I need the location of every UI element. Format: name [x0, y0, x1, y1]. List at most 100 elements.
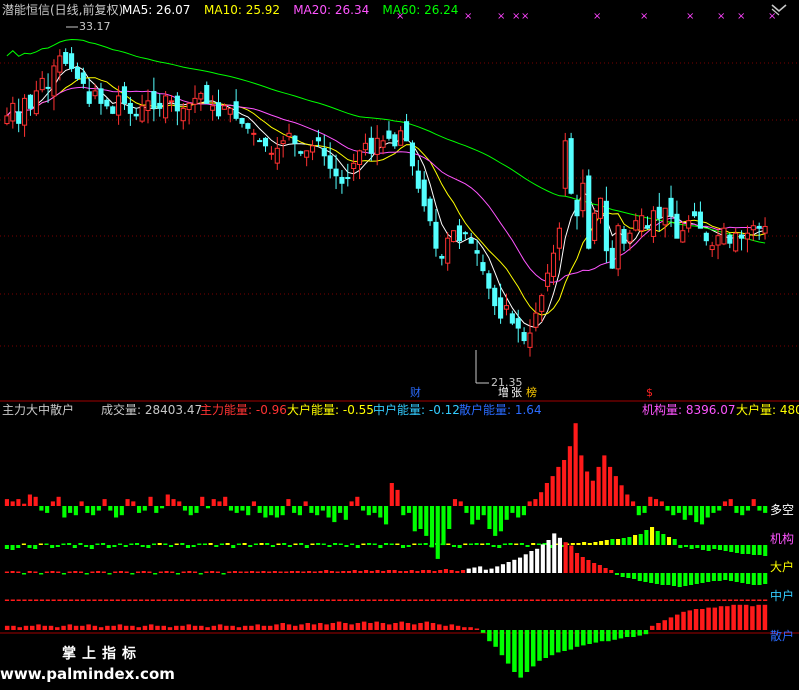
- candle-body: [456, 225, 463, 242]
- energy-bar: [311, 624, 317, 630]
- energy-bar: [74, 599, 80, 601]
- energy-bar: [50, 571, 55, 573]
- candle-body: [680, 230, 686, 243]
- energy-bar: [558, 599, 564, 601]
- energy-bar: [740, 545, 745, 554]
- candle-body: [92, 90, 98, 97]
- energy-bar: [255, 599, 260, 601]
- candle-body: [345, 177, 351, 180]
- energy-bar: [722, 599, 727, 601]
- energy-bar: [177, 501, 182, 506]
- energy-bar: [349, 501, 354, 506]
- energy-bar: [468, 627, 473, 630]
- energy-bar: [80, 599, 85, 601]
- energy-bar: [272, 571, 277, 573]
- energy-bar: [354, 599, 359, 601]
- candlestick-series: [4, 47, 768, 357]
- candle-body: [462, 232, 468, 235]
- candle-body: [486, 273, 492, 289]
- energy-bar: [587, 630, 592, 644]
- energy-bar: [574, 630, 580, 647]
- energy-bar: [369, 571, 374, 573]
- energy-bar: [219, 543, 224, 545]
- energy-bar: [238, 571, 243, 573]
- energy-bar: [265, 543, 270, 545]
- energy-bar: [762, 604, 768, 630]
- energy-bar: [504, 506, 509, 520]
- candle-body: [691, 211, 698, 217]
- energy-bar: [244, 571, 249, 573]
- energy-bar: [699, 506, 705, 525]
- energy-bar: [502, 543, 507, 545]
- energy-bar: [309, 506, 314, 513]
- energy-bar: [514, 543, 519, 545]
- energy-bar: [480, 543, 485, 545]
- energy-bar: [249, 625, 254, 630]
- energy-bar: [320, 506, 325, 511]
- energy-bar: [84, 545, 89, 547]
- row-label: 多空: [770, 503, 794, 517]
- energy-bar: [34, 599, 39, 601]
- energy-bar: [636, 506, 641, 516]
- energy-bar: [488, 599, 494, 601]
- energy-bar: [130, 625, 135, 630]
- energy-bar: [606, 630, 611, 642]
- energy-bar: [557, 537, 563, 573]
- candle-body: [233, 101, 239, 119]
- energy-bar: [361, 506, 366, 511]
- energy-bar: [296, 599, 301, 601]
- energy-bar: [650, 527, 655, 545]
- energy-bar: [516, 506, 521, 518]
- energy-bar: [10, 571, 15, 573]
- energy-bar: [705, 506, 710, 518]
- chart-title: 潜能恒信(日线,前复权): [2, 2, 123, 17]
- energy-bar: [500, 599, 505, 601]
- energy-bar: [150, 599, 155, 601]
- energy-bar: [517, 557, 523, 573]
- candle-body: [27, 94, 34, 109]
- energy-bar: [352, 570, 357, 573]
- energy-bar: [663, 599, 669, 601]
- energy-bar: [430, 623, 436, 630]
- energy-bar: [188, 506, 193, 516]
- energy-bar: [386, 624, 392, 630]
- energy-bar: [338, 543, 343, 545]
- energy-bar: [217, 501, 222, 506]
- energy-bar: [485, 543, 490, 545]
- energy-bar: [530, 630, 536, 667]
- energy-bar: [73, 571, 78, 573]
- expand-icon[interactable]: [768, 2, 790, 16]
- energy-bar: [389, 543, 394, 545]
- energy-bar: [174, 599, 179, 601]
- energy-bar: [304, 545, 309, 548]
- energy-bar: [153, 573, 158, 575]
- energy-bar: [593, 542, 598, 545]
- signal-marker: ×: [640, 11, 648, 22]
- candle-body: [762, 225, 768, 234]
- energy-bar: [251, 501, 257, 506]
- energy-bar: [556, 466, 561, 506]
- candle-body: [309, 145, 316, 153]
- energy-bar: [297, 506, 302, 516]
- energy-bar: [695, 545, 700, 548]
- energy-bar: [624, 630, 630, 637]
- ma-line-ma20: [6, 86, 766, 283]
- energy-bar: [711, 506, 716, 513]
- energy-bar: [243, 599, 249, 601]
- energy-bar: [197, 543, 202, 545]
- energy-bar: [316, 543, 321, 545]
- energy-bar: [156, 599, 161, 601]
- energy-bar: [168, 599, 173, 601]
- energy-bar: [234, 506, 239, 513]
- energy-bar: [148, 624, 154, 630]
- candle-body: [163, 95, 169, 119]
- energy-bar: [489, 568, 494, 573]
- energy-bar: [27, 571, 32, 573]
- energy-bar: [712, 545, 717, 549]
- energy-bar: [151, 543, 157, 545]
- energy-bar: [73, 625, 79, 630]
- candle-body: [451, 230, 457, 243]
- energy-bar: [524, 630, 530, 672]
- energy-bar: [676, 506, 682, 513]
- energy-bar: [261, 599, 266, 601]
